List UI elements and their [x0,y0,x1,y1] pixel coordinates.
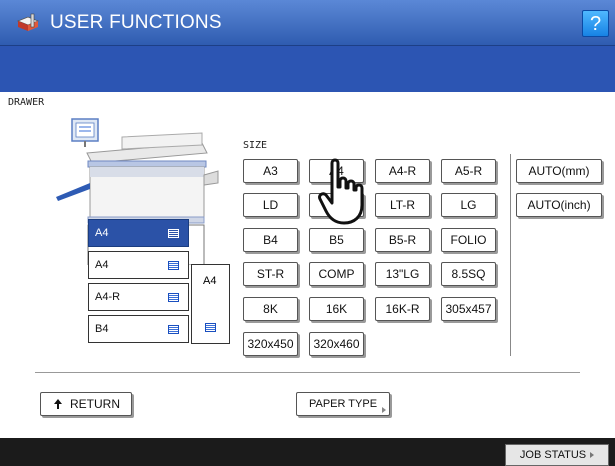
title-bar: USER FUNCTIONS ? [0,0,615,46]
size-button-a3[interactable]: A3 [243,159,298,183]
auto-inch-button[interactable]: AUTO(inch) [516,193,602,217]
drawer-label: DRAWER [8,97,45,108]
bypass-tray-size: A4 [203,275,217,287]
divider-vertical [510,154,511,356]
size-button-ld[interactable]: LD [243,193,298,217]
size-button-13lg[interactable]: 13"LG [375,262,430,286]
size-button-8-5sq[interactable]: 8.5SQ [441,262,496,286]
job-status-label: JOB STATUS [519,449,587,461]
size-button-folio[interactable]: FOLIO [441,228,496,252]
size-button-lg[interactable]: LG [441,193,496,217]
drawer-1-size: A4 [95,227,109,239]
paper-type-label: PAPER TYPE [308,398,378,410]
size-button-b5-r[interactable]: B5-R [375,228,430,252]
paper-stack-icon [205,323,216,332]
return-label: RETURN [70,397,120,411]
return-button[interactable]: RETURN [40,392,132,416]
help-button[interactable]: ? [582,10,609,37]
size-label: SIZE [243,140,268,151]
drawer-2[interactable]: A4 [88,251,189,279]
drawer-3-size: A4-R [95,291,121,303]
submenu-arrow-icon [382,407,386,413]
size-button-a5-r[interactable]: A5-R [441,159,496,183]
paper-stack-icon [168,261,179,270]
touch-hand-icon [318,158,364,225]
size-button-320x450[interactable]: 320x450 [243,332,298,356]
drawer-4-size: B4 [95,323,109,335]
message-bar [0,46,615,92]
paper-stack-icon [168,229,179,238]
return-arrow-icon [54,399,62,409]
size-button-b4[interactable]: B4 [243,228,298,252]
drawer-1[interactable]: A4 [88,219,189,247]
size-button-b5[interactable]: B5 [309,228,364,252]
size-button-8k[interactable]: 8K [243,297,298,321]
job-status-button[interactable]: JOB STATUS [505,444,609,466]
submenu-arrow-icon [590,452,595,458]
size-button-305x457[interactable]: 305x457 [441,297,496,321]
size-button-st-r[interactable]: ST-R [243,262,298,286]
size-button-16k-r[interactable]: 16K-R [375,297,430,321]
drawer-3[interactable]: A4-R [88,283,189,311]
size-button-comp[interactable]: COMP [309,262,364,286]
size-button-16k[interactable]: 16K [309,297,364,321]
drawer-4[interactable]: B4 [88,315,189,343]
bypass-tray[interactable]: A4 [191,264,230,344]
page-title: USER FUNCTIONS [50,12,222,33]
auto-mm-button[interactable]: AUTO(mm) [516,159,602,183]
paper-stack-icon [168,325,179,334]
size-button-a4-r[interactable]: A4-R [375,159,430,183]
divider-horizontal [35,372,580,373]
paper-type-button[interactable]: PAPER TYPE [296,392,390,416]
size-button-lt-r[interactable]: LT-R [375,193,430,217]
paper-stack-icon [168,293,179,302]
drawer-2-size: A4 [95,259,109,271]
user-functions-icon [16,13,40,31]
size-button-320x460[interactable]: 320x460 [309,332,364,356]
